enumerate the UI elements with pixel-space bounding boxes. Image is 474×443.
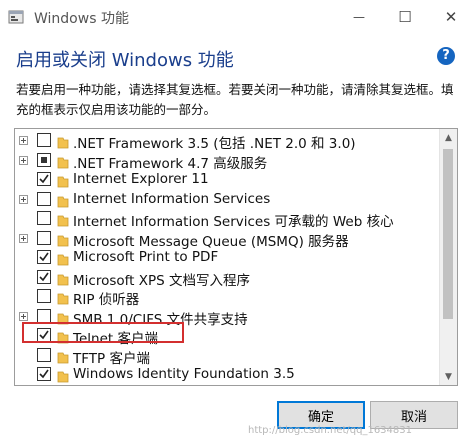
partial-check-icon xyxy=(41,156,47,163)
close-icon: ✕ xyxy=(444,8,458,26)
feature-checkbox[interactable] xyxy=(37,289,51,303)
feature-checkbox[interactable] xyxy=(37,347,51,362)
feature-label: Windows PowerShell 2.0 xyxy=(73,386,237,387)
scroll-up-icon[interactable]: ▲ xyxy=(440,129,457,146)
description-text: 若要启用一种功能，请选择其复选框。若要关闭一种功能，请清除其复选框。填充的框表示… xyxy=(16,82,454,117)
folder-icon xyxy=(57,310,69,324)
feature-label: RIP 侦听器 xyxy=(73,292,140,308)
feature-checkbox[interactable] xyxy=(37,191,51,206)
feature-label: TFTP 客户端 xyxy=(73,350,150,367)
checkmark-icon xyxy=(39,369,49,379)
checkmark-icon xyxy=(39,252,49,262)
checkmark-icon xyxy=(39,174,49,184)
feature-label: Internet Information Services 可承载的 Web 核… xyxy=(73,214,394,230)
folder-icon xyxy=(57,173,69,188)
feature-row[interactable]: Microsoft XPS 文档写入程序 xyxy=(15,268,435,289)
scrollbar-thumb[interactable] xyxy=(443,149,453,319)
checkmark-icon xyxy=(39,272,49,281)
feature-label: Microsoft Message Queue (MSMQ) 服务器 xyxy=(73,233,349,250)
feature-label: .NET Framework 4.7 高级服务 xyxy=(73,155,268,172)
expand-icon[interactable] xyxy=(19,194,28,204)
feature-label: Windows Identity Foundation 3.5 xyxy=(73,366,295,382)
maximize-button[interactable]: ☐ xyxy=(382,0,428,34)
folder-icon xyxy=(57,232,69,246)
expand-icon[interactable] xyxy=(19,311,28,321)
feature-checkbox[interactable] xyxy=(37,308,51,323)
title-bar: Windows 功能 — ☐ ✕ xyxy=(0,0,474,34)
folder-icon xyxy=(57,271,69,285)
folder-icon xyxy=(57,251,69,266)
feature-label: .NET Framework 3.5 (包括 .NET 2.0 和 3.0) xyxy=(73,136,356,152)
folder-icon xyxy=(57,212,69,227)
feature-label: Microsoft Print to PDF xyxy=(73,249,219,265)
maximize-icon: ☐ xyxy=(398,8,412,26)
feature-row[interactable]: Microsoft Message Queue (MSMQ) 服务器 xyxy=(15,229,435,250)
folder-icon xyxy=(57,290,69,305)
feature-checkbox[interactable] xyxy=(37,230,51,245)
folder-icon xyxy=(57,134,69,149)
feature-checkbox[interactable] xyxy=(37,367,51,381)
feature-checkbox[interactable] xyxy=(37,133,51,147)
expand-icon[interactable] xyxy=(19,136,28,145)
feature-row[interactable]: Internet Information Services 可承载的 Web 核… xyxy=(15,209,435,230)
vertical-scrollbar[interactable]: ▲ ▼ xyxy=(439,129,457,385)
scroll-down-icon[interactable]: ▼ xyxy=(440,368,457,385)
minimize-button[interactable]: — xyxy=(336,0,382,34)
feature-label: Internet Information Services xyxy=(73,190,271,207)
feature-checkbox[interactable] xyxy=(37,250,51,264)
feature-row[interactable]: TFTP 客户端 xyxy=(15,346,435,367)
feature-row[interactable]: Windows PowerShell 2.0 xyxy=(15,385,435,387)
folder-icon xyxy=(57,154,69,168)
windows-features-icon xyxy=(8,10,24,24)
watermark: http://blog.csdn.net/qq_1634831 xyxy=(248,425,412,436)
feature-row[interactable]: Microsoft Print to PDF xyxy=(15,248,435,268)
folder-icon xyxy=(57,368,69,383)
feature-label: Microsoft XPS 文档写入程序 xyxy=(73,272,250,289)
feature-checkbox[interactable] xyxy=(37,211,51,225)
feature-tree[interactable]: .NET Framework 3.5 (包括 .NET 2.0 和 3.0) .N… xyxy=(14,128,458,386)
highlight-box xyxy=(22,322,184,343)
feature-row[interactable]: Internet Explorer 11 xyxy=(15,170,435,190)
feature-row[interactable]: RIP 侦听器 xyxy=(15,287,435,308)
folder-icon xyxy=(57,349,69,363)
feature-checkbox[interactable] xyxy=(37,172,51,186)
feature-label: Internet Explorer 11 xyxy=(73,171,209,187)
feature-checkbox[interactable] xyxy=(37,269,51,284)
window-title: Windows 功能 xyxy=(34,11,129,27)
close-button[interactable]: ✕ xyxy=(428,0,474,34)
minimize-icon: — xyxy=(353,10,365,24)
feature-row[interactable]: .NET Framework 3.5 (包括 .NET 2.0 和 3.0) xyxy=(15,131,435,152)
feature-checkbox[interactable] xyxy=(37,152,51,167)
expand-icon[interactable] xyxy=(19,155,28,165)
feature-row[interactable]: .NET Framework 4.7 高级服务 xyxy=(15,151,435,172)
folder-icon xyxy=(57,193,69,207)
help-icon[interactable]: ? xyxy=(437,47,455,65)
expand-icon[interactable] xyxy=(19,233,28,243)
feature-row[interactable]: Internet Information Services xyxy=(15,190,435,210)
feature-row[interactable]: Windows Identity Foundation 3.5 xyxy=(15,365,435,385)
page-title: 启用或关闭 Windows 功能 xyxy=(16,50,234,71)
